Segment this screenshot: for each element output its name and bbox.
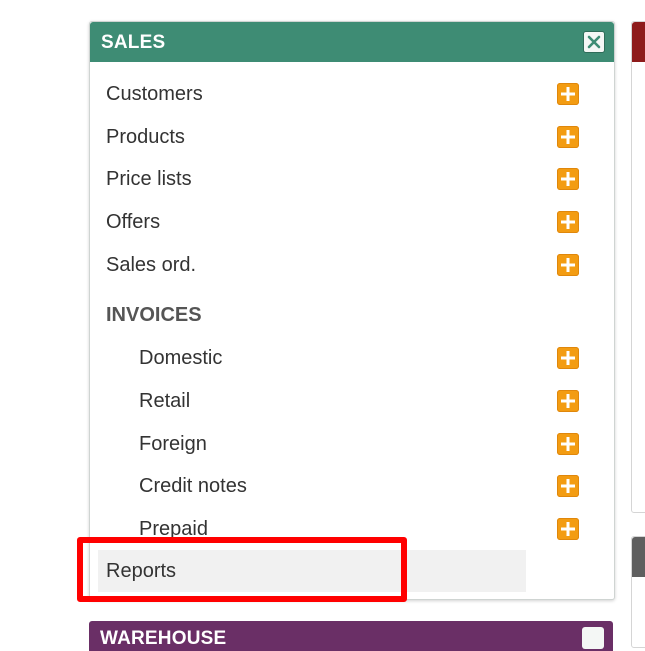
warehouse-panel-header: WAREHOUSE <box>89 621 613 651</box>
close-icon <box>587 35 601 49</box>
side-panel-header <box>632 22 645 62</box>
plus-icon <box>561 87 575 101</box>
menu-item-customers[interactable]: Customers <box>90 74 614 114</box>
menu-item-label: Sales ord. <box>106 254 197 276</box>
menu-item-credit-notes[interactable]: Credit notes <box>90 466 614 506</box>
menu-item-foreign[interactable]: Foreign <box>90 424 614 464</box>
side-panel-partial-2 <box>631 536 645 648</box>
plus-icon <box>561 351 575 365</box>
menu-item-label: Offers <box>106 211 161 233</box>
add-retail-invoice-button[interactable] <box>557 390 579 412</box>
add-credit-note-button[interactable] <box>557 475 579 497</box>
menu-item-label: Retail <box>139 390 191 412</box>
add-product-button[interactable] <box>557 126 579 148</box>
add-price-list-button[interactable] <box>557 168 579 190</box>
plus-icon <box>561 437 575 451</box>
menu-item-prepaid[interactable]: Prepaid <box>90 509 614 549</box>
menu-item-sales-orders[interactable]: Sales ord. <box>90 245 614 285</box>
menu-item-price-lists[interactable]: Price lists <box>90 159 614 199</box>
menu-item-label: Products <box>106 126 185 148</box>
add-foreign-invoice-button[interactable] <box>557 433 579 455</box>
menu-item-label: Domestic <box>139 347 223 369</box>
menu-item-label: Price lists <box>106 168 192 190</box>
plus-icon <box>561 522 575 536</box>
menu-item-retail[interactable]: Retail <box>90 381 614 421</box>
plus-icon <box>561 172 575 186</box>
plus-icon <box>561 130 575 144</box>
plus-icon <box>561 394 575 408</box>
menu-item-label: Customers <box>106 83 203 105</box>
close-button[interactable] <box>582 627 604 649</box>
side-panel-partial-1 <box>631 21 645 513</box>
side-panel-header <box>632 537 645 577</box>
add-offer-button[interactable] <box>557 211 579 233</box>
menu-item-reports[interactable]: Reports <box>98 550 526 592</box>
menu-item-label: Reports <box>106 560 177 582</box>
plus-icon <box>561 258 575 272</box>
add-customer-button[interactable] <box>557 83 579 105</box>
menu-item-label: Prepaid <box>139 518 208 540</box>
invoices-heading: INVOICES <box>106 304 202 326</box>
add-prepaid-invoice-button[interactable] <box>557 518 579 540</box>
add-sales-order-button[interactable] <box>557 254 579 276</box>
menu-item-products[interactable]: Products <box>90 117 614 157</box>
sales-panel: SALES Customers Products Price lists Off… <box>89 21 615 600</box>
menu-item-label: Credit notes <box>139 475 247 497</box>
panel-title: WAREHOUSE <box>100 628 227 649</box>
plus-icon <box>561 479 575 493</box>
add-domestic-invoice-button[interactable] <box>557 347 579 369</box>
menu-item-label: Foreign <box>139 433 207 455</box>
sales-panel-header: SALES <box>90 22 614 62</box>
menu-item-offers[interactable]: Offers <box>90 202 614 242</box>
menu-item-domestic[interactable]: Domestic <box>90 338 614 378</box>
close-button[interactable] <box>583 31 605 53</box>
plus-icon <box>561 215 575 229</box>
panel-title: SALES <box>101 32 166 53</box>
